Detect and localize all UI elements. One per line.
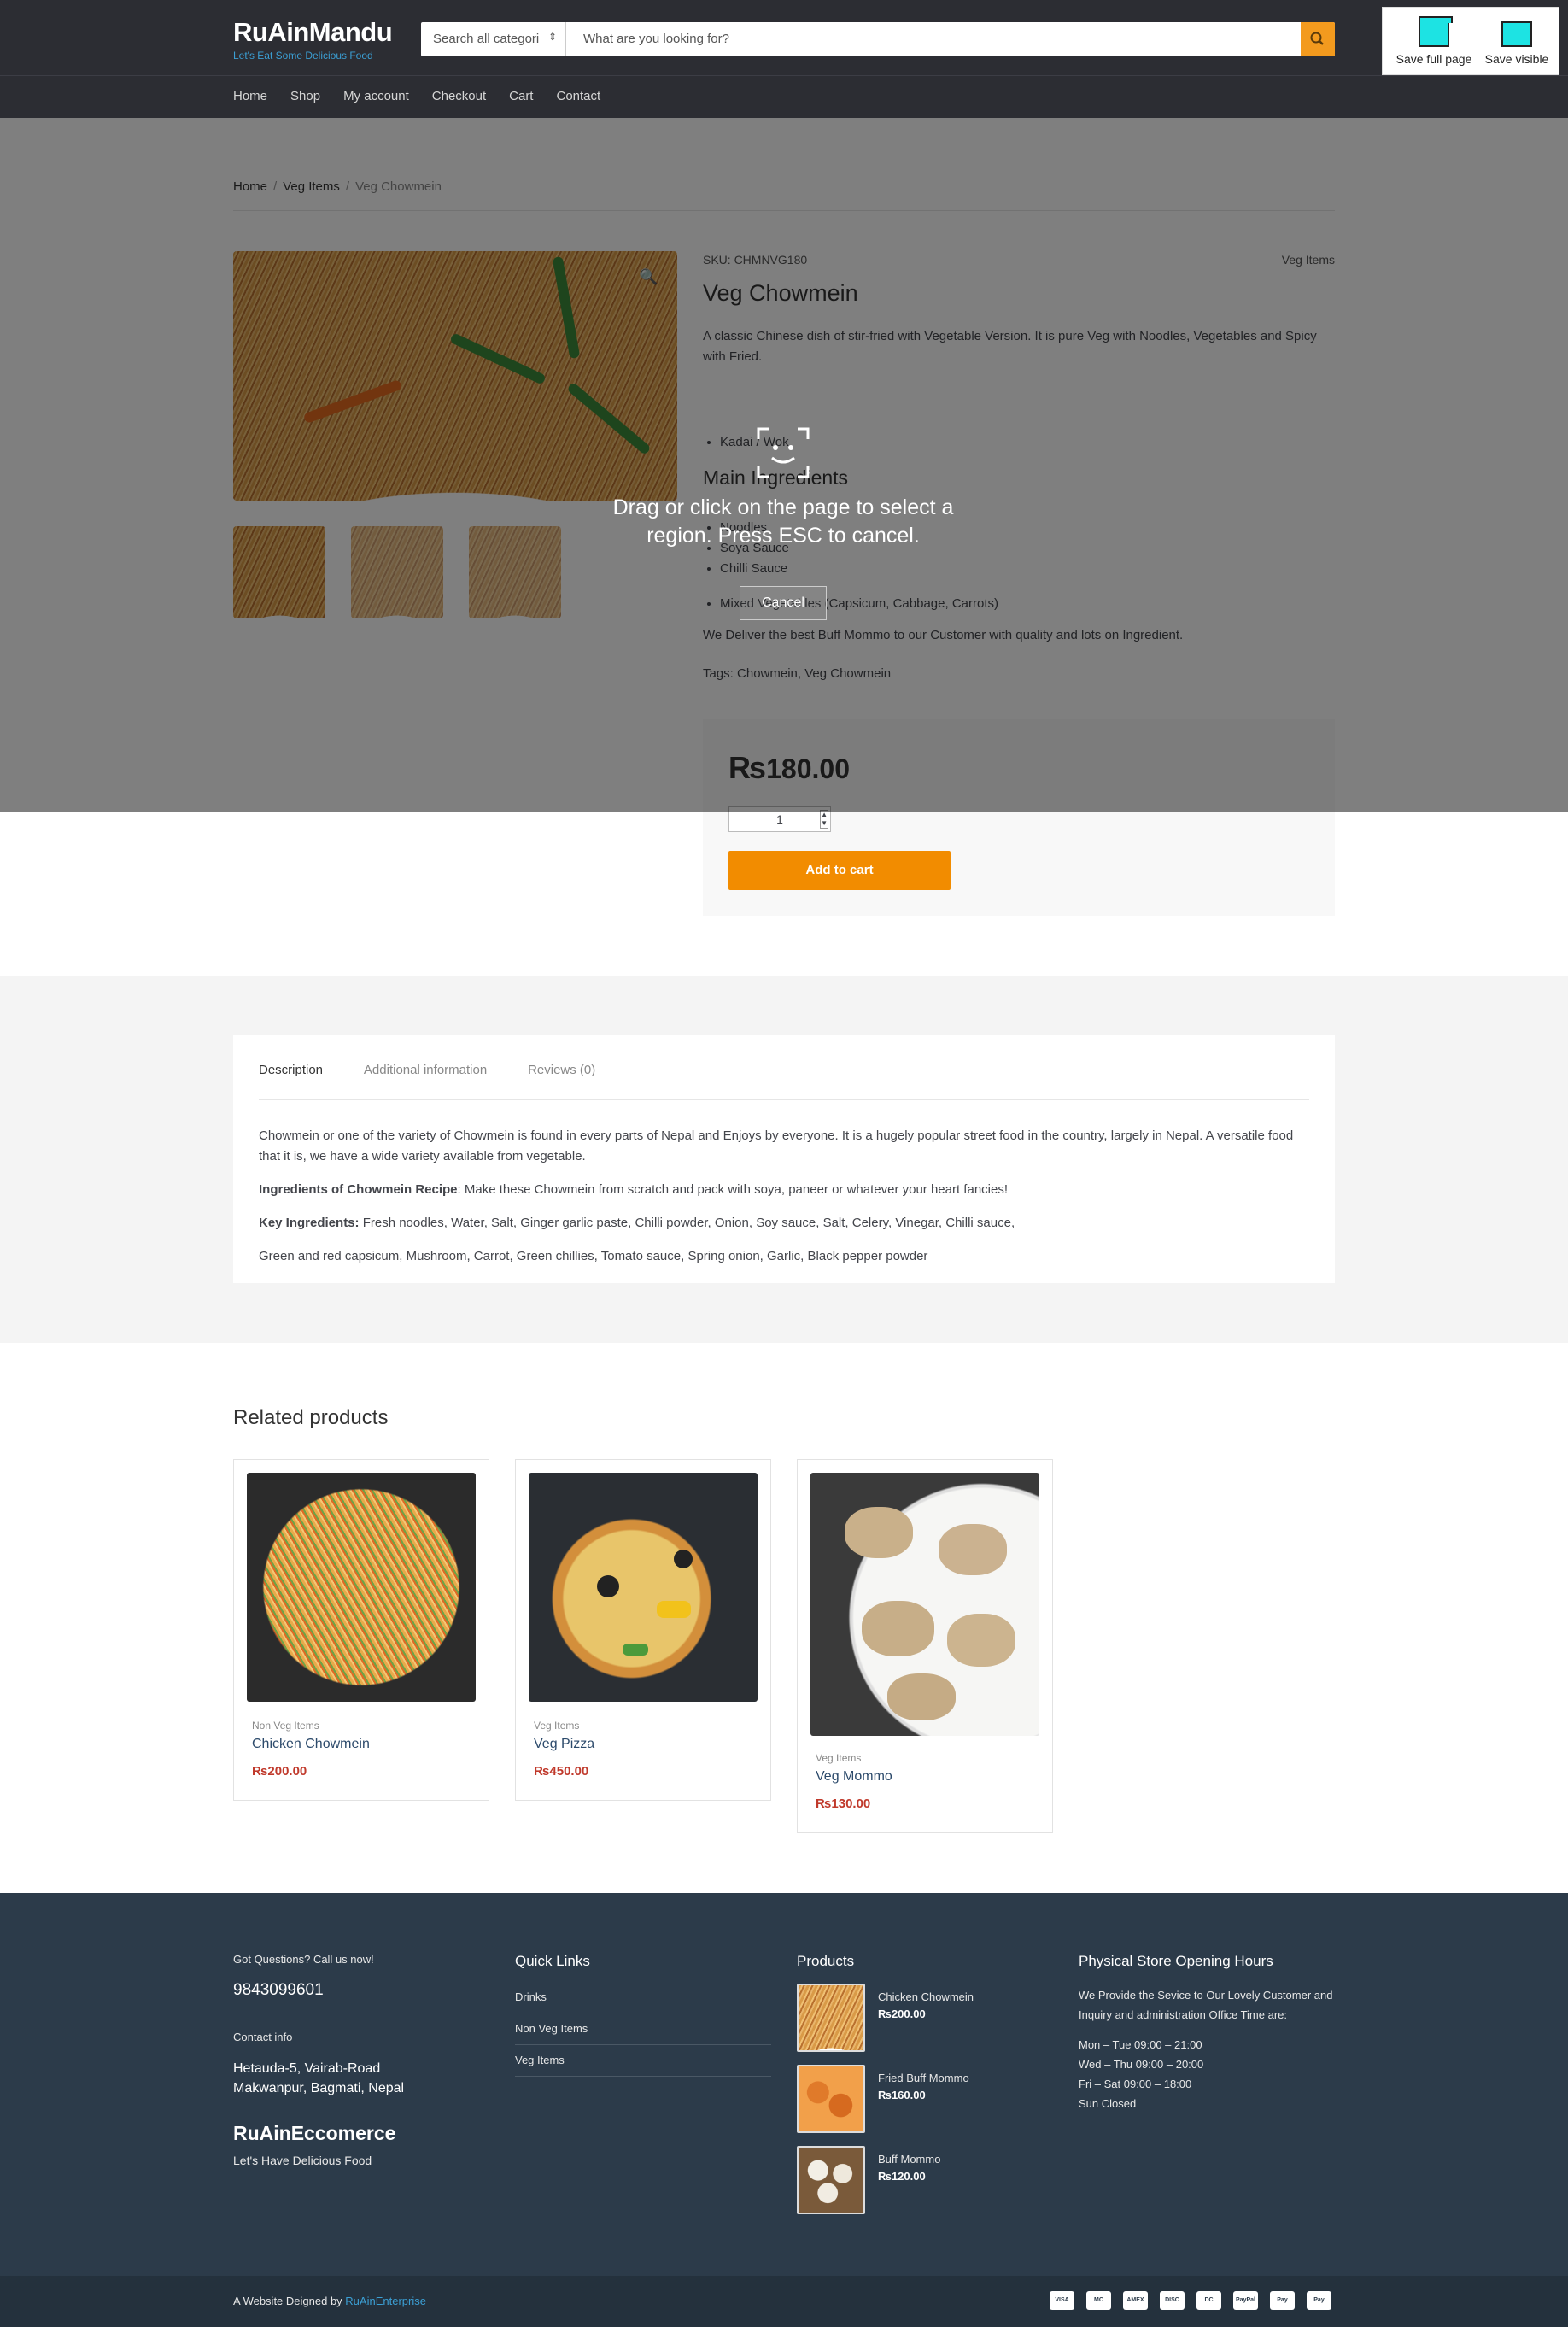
amazon-pay-icon: Pay — [1307, 2291, 1331, 2310]
description-panel: Chowmein or one of the variety of Chowme… — [259, 1126, 1309, 1280]
site-credit: A Website Deigned by RuAinEnterprise — [233, 2295, 426, 2307]
quantity-stepper[interactable]: ▲ ▼ — [820, 810, 828, 829]
search-bar: Search all categories ⇕ What are you loo… — [421, 22, 1335, 56]
footer-product-image[interactable] — [797, 2065, 865, 2133]
footer-bottom-bar: A Website Deigned by RuAinEnterprise VIS… — [0, 2276, 1568, 2327]
description-paragraph: Green and red capsicum, Mushroom, Carrot… — [259, 1249, 928, 1263]
mastercard-icon: MC — [1086, 2291, 1111, 2310]
product-card-category[interactable]: Veg Items — [534, 1720, 579, 1732]
footer-hours: Physical Store Opening Hours We Provide … — [1079, 1953, 1335, 2113]
save-full-page-label: Save full page — [1395, 52, 1472, 66]
nav-cart[interactable]: Cart — [509, 89, 533, 103]
footer-product-item[interactable]: Fried Buff Mommo ₨160.00 — [797, 2065, 1053, 2133]
site-tagline: Let's Eat Some Delicious Food — [233, 50, 373, 62]
search-icon — [1310, 32, 1324, 45]
footer-contact-label: Contact info — [233, 2031, 293, 2043]
footer-phone[interactable]: 9843099601 — [233, 1981, 404, 2000]
footer-contact: Got Questions? Call us now! 9843099601 C… — [233, 1953, 404, 2167]
nav-checkout[interactable]: Checkout — [432, 89, 486, 103]
nav-my-account[interactable]: My account — [343, 89, 409, 103]
footer-questions: Got Questions? Call us now! — [233, 1953, 374, 1966]
product-card-price: ₨200.00 — [252, 1764, 307, 1779]
product-card[interactable]: Veg Items Veg Pizza ₨450.00 — [515, 1459, 771, 1801]
tab-reviews[interactable]: Reviews (0) — [528, 1063, 595, 1077]
footer-products-heading: Products — [797, 1953, 855, 1969]
hours-intro: We Provide the Sevice to Our Lovely Cust… — [1079, 1989, 1333, 2021]
site-name[interactable]: RuAinMandu — [233, 17, 393, 48]
quick-links-heading: Quick Links — [515, 1953, 590, 1969]
footer-products: Products Chicken Chowmein ₨200.00 Fried … — [797, 1953, 1062, 2226]
save-visible-label: Save visible — [1484, 52, 1549, 66]
footer-address: Hetauda-5, Vairab-Road Makwanpur, Bagmat… — [233, 2061, 405, 2095]
region-select-instruction: Drag or click on the page to select a re… — [612, 495, 954, 548]
product-tabs-section: Description Additional information Revie… — [0, 976, 1568, 1343]
apple-pay-icon: Pay — [1270, 2291, 1295, 2310]
related-products-heading: Related products — [233, 1406, 389, 1429]
product-card-image[interactable] — [529, 1473, 758, 1702]
full-page-icon — [1419, 16, 1453, 47]
footer-product-image[interactable] — [797, 2146, 865, 2214]
quick-link-non-veg[interactable]: Non Veg Items — [515, 2013, 771, 2045]
footer-product-image[interactable] — [797, 1984, 865, 2052]
nav-home[interactable]: Home — [233, 89, 267, 103]
product-card-category[interactable]: Veg Items — [816, 1752, 861, 1764]
site-footer: Got Questions? Call us now! 9843099601 C… — [0, 1893, 1568, 2276]
save-full-page-button[interactable]: Save full page — [1391, 16, 1477, 66]
select-arrows-icon: ⇕ — [547, 31, 557, 43]
add-to-cart-button[interactable]: Add to cart — [728, 851, 951, 890]
search-input[interactable]: What are you looking for? — [583, 32, 729, 46]
quick-link-veg[interactable]: Veg Items — [515, 2045, 771, 2077]
description-paragraph: Key Ingredients: Fresh noodles, Water, S… — [259, 1216, 1015, 1230]
hours-list: Mon – Tue 09:00 – 21:00 Wed – Thu 09:00 … — [1079, 2038, 1204, 2110]
paypal-icon: PayPal — [1233, 2291, 1258, 2310]
amex-icon: AMEX — [1123, 2291, 1148, 2310]
save-visible-button[interactable]: Save visible — [1478, 21, 1555, 66]
site-header: RuAinMandu Let's Eat Some Delicious Food… — [0, 0, 1568, 118]
product-card[interactable]: Non Veg Items Chicken Chowmein ₨200.00 — [233, 1459, 489, 1801]
footer-brand: RuAinEccomerce — [233, 2122, 396, 2144]
product-tabs: Description Additional information Revie… — [233, 1035, 1335, 1283]
payment-icons: VISA MC AMEX DISC DC PayPal Pay Pay — [1050, 2291, 1331, 2310]
footer-brand-tagline: Let's Have Delicious Food — [233, 2154, 372, 2167]
nav-shop[interactable]: Shop — [290, 89, 320, 103]
product-card-name[interactable]: Veg Pizza — [534, 1737, 594, 1752]
region-select-overlay[interactable]: Drag or click on the page to select a re… — [0, 118, 1568, 812]
region-select-icon — [757, 427, 810, 478]
quantity-value: 1 — [776, 812, 783, 826]
category-select-value: Search all categories — [433, 32, 539, 46]
tab-additional-information[interactable]: Additional information — [364, 1063, 487, 1077]
cancel-button[interactable]: Cancel — [740, 586, 827, 620]
product-card-name[interactable]: Veg Mommo — [816, 1769, 892, 1785]
product-card[interactable]: Veg Items Veg Mommo ₨130.00 — [797, 1459, 1053, 1833]
product-card-category[interactable]: Non Veg Items — [252, 1720, 319, 1732]
capture-extension-popup: Save full page Save visible — [1382, 7, 1559, 75]
diners-icon: DC — [1196, 2291, 1221, 2310]
footer-product-item[interactable]: Chicken Chowmein ₨200.00 — [797, 1984, 1053, 2052]
nav-contact[interactable]: Contact — [556, 89, 600, 103]
footer-quick-links: Quick Links Drinks Non Veg Items Veg Ite… — [515, 1953, 771, 2077]
discover-icon: DISC — [1160, 2291, 1185, 2310]
category-select[interactable]: Search all categories ⇕ — [421, 22, 566, 56]
site-logo[interactable]: RuAinMandu Let's Eat Some Delicious Food — [233, 17, 393, 62]
description-paragraph: Ingredients of Chowmein Recipe: Make the… — [259, 1182, 1009, 1197]
product-card-name[interactable]: Chicken Chowmein — [252, 1737, 370, 1752]
tab-bar: Description Additional information Revie… — [259, 1063, 1309, 1100]
product-card-price: ₨450.00 — [534, 1764, 589, 1779]
primary-nav: Home Shop My account Checkout Cart Conta… — [233, 89, 623, 103]
nav-divider — [0, 75, 1568, 76]
visa-icon: VISA — [1050, 2291, 1074, 2310]
hours-heading: Physical Store Opening Hours — [1079, 1953, 1273, 1969]
footer-product-item[interactable]: Buff Mommo ₨120.00 — [797, 2146, 1053, 2214]
product-card-image[interactable] — [247, 1473, 476, 1702]
quick-link-drinks[interactable]: Drinks — [515, 1982, 771, 2013]
product-card-price: ₨130.00 — [816, 1797, 871, 1811]
search-button[interactable] — [1301, 22, 1335, 56]
visible-area-icon — [1501, 21, 1532, 47]
description-paragraph: Chowmein or one of the variety of Chowme… — [259, 1128, 1294, 1164]
credit-link[interactable]: RuAinEnterprise — [345, 2295, 426, 2307]
tab-description[interactable]: Description — [259, 1063, 323, 1077]
product-card-image[interactable] — [810, 1473, 1039, 1736]
